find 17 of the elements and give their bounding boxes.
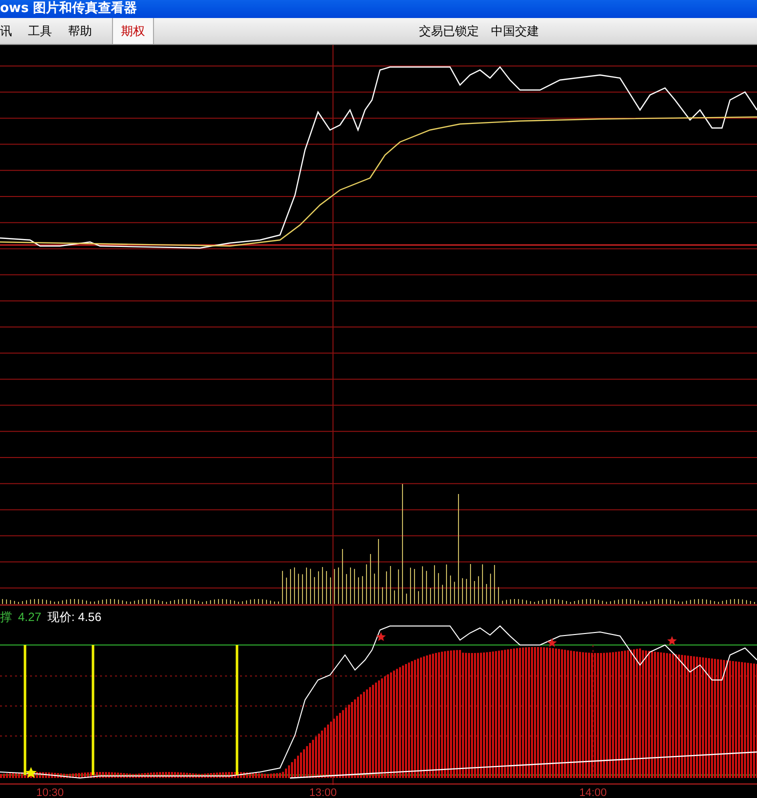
star-icon xyxy=(547,638,557,647)
support-value: 4.27 xyxy=(18,609,42,626)
status-text: 交易已锁定 xyxy=(419,23,479,40)
time-label: 14:00 xyxy=(579,786,607,798)
menu-item[interactable]: 期权 xyxy=(112,18,154,44)
current-price-label: 现价: 4.56 xyxy=(47,609,102,626)
status-text: 中国交建 xyxy=(491,23,539,40)
menu-item[interactable]: 讯 xyxy=(0,18,20,44)
menu-item[interactable]: 帮助 xyxy=(60,18,100,44)
time-label: 13:00 xyxy=(309,786,337,798)
indicator-label: 撑 xyxy=(0,609,12,626)
star-icon xyxy=(25,767,37,778)
star-icon xyxy=(376,632,386,641)
time-label: 10:30 xyxy=(36,786,64,798)
window-title: ows 图片和传真查看器 xyxy=(0,0,138,18)
star-icon xyxy=(667,636,677,645)
menu-item[interactable]: 工具 xyxy=(20,18,60,44)
